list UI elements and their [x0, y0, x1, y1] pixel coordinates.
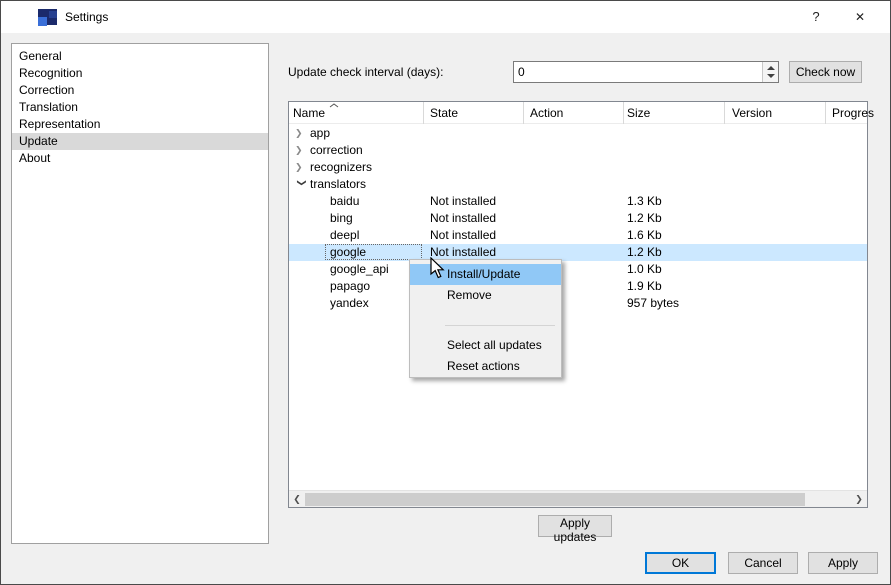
table-row-papago[interactable]: papagoNot installed1.9 Kb [289, 278, 867, 295]
sidebar-item-representation[interactable]: Representation [12, 116, 268, 133]
menu-item-remove[interactable]: Remove [410, 285, 561, 306]
cell-name: papago [330, 279, 371, 293]
column-header-name[interactable]: Name [293, 106, 325, 120]
chevron-right-icon[interactable]: ❯ [295, 142, 303, 159]
cell-name: google [330, 245, 367, 259]
window-title: Settings [65, 10, 109, 24]
menu-separator [410, 325, 561, 335]
cell-name: translators [310, 177, 367, 191]
cell-size: 1.3 Kb [627, 194, 662, 208]
scroll-right-icon[interactable]: ❯ [851, 491, 867, 508]
interval-label: Update check interval (days): [288, 65, 444, 79]
interval-spinbox[interactable]: 0 [513, 61, 779, 83]
horizontal-scrollbar[interactable]: ❮ ❯ [289, 490, 867, 507]
sidebar-item-correction[interactable]: Correction [12, 82, 268, 99]
table-row-yandex[interactable]: yandexNot installed957 bytes [289, 295, 867, 312]
table-row-google[interactable]: google Not installed 1.2 Kb [289, 244, 867, 261]
sort-ascending-icon [329, 103, 339, 108]
column-divider[interactable] [423, 102, 424, 124]
spin-up-icon[interactable] [767, 66, 775, 70]
app-icon [38, 9, 57, 26]
cell-size: 1.2 Kb [627, 211, 662, 225]
sidebar-item-translation[interactable]: Translation [12, 99, 268, 116]
interval-value: 0 [518, 65, 525, 79]
sidebar-item-recognition[interactable]: Recognition [12, 65, 268, 82]
column-divider[interactable] [825, 102, 826, 124]
mouse-cursor [430, 257, 445, 279]
chevron-right-icon[interactable]: ❯ [295, 159, 303, 176]
table-row-deepl[interactable]: deepl Not installed 1.6 Kb [289, 227, 867, 244]
table-row-translators[interactable]: ❯ translators [289, 176, 867, 193]
check-now-button[interactable]: Check now [789, 61, 862, 83]
cell-size: 1.0 Kb [627, 262, 662, 276]
cell-name: correction [310, 143, 363, 157]
cell-state: Not installed [430, 211, 497, 225]
cancel-button[interactable]: Cancel [728, 552, 798, 574]
cell-state: Not installed [430, 194, 497, 208]
cell-size: 1.2 Kb [627, 245, 662, 259]
table-row-correction[interactable]: ❯ correction [289, 142, 867, 159]
package-table: Name State Action Size Version Progres ❯ app ❯ c… [288, 101, 874, 508]
cell-name: baidu [330, 194, 360, 208]
cell-name: deepl [330, 228, 360, 242]
help-button[interactable]: ? [794, 1, 838, 33]
apply-button[interactable]: Apply [808, 552, 878, 574]
cell-state: Not installed [430, 228, 497, 242]
cell-name: google_api [330, 262, 389, 276]
cell-size: 957 bytes [627, 296, 680, 310]
column-header-action[interactable]: Action [530, 106, 563, 120]
table-row-recognizers[interactable]: ❯ recognizers [289, 159, 867, 176]
column-header-size[interactable]: Size [627, 106, 650, 120]
sidebar-item-general[interactable]: General [12, 48, 268, 65]
sidebar: General Recognition Correction Translation R… [11, 43, 269, 544]
close-icon[interactable]: ✕ [838, 1, 882, 33]
cell-name: app [310, 126, 331, 140]
cell-size: 1.6 Kb [627, 228, 662, 242]
sidebar-item-about[interactable]: About [12, 150, 268, 167]
column-header-progres[interactable]: Progres [832, 106, 874, 120]
cell-name: yandex [330, 296, 369, 310]
title-bar[interactable]: Settings ? ✕ [1, 1, 890, 33]
settings-window: Settings ? ✕ General Recognition Correctio… [0, 0, 891, 585]
spin-down-icon[interactable] [767, 74, 775, 78]
menu-spacer [410, 306, 561, 325]
chevron-down-icon[interactable]: ❯ [293, 179, 310, 187]
ok-button[interactable]: OK [645, 552, 716, 574]
menu-item-select-all-updates[interactable]: Select all updates [410, 335, 561, 356]
table-row-bing[interactable]: bing Not installed 1.2 Kb [289, 210, 867, 227]
table-row-app[interactable]: ❯ app [289, 125, 867, 142]
sidebar-item-update[interactable]: Update [12, 133, 268, 150]
cell-name: bing [330, 211, 353, 225]
menu-item-reset-actions[interactable]: Reset actions [410, 356, 561, 377]
scrollbar-thumb[interactable] [305, 493, 805, 506]
column-divider[interactable] [623, 102, 624, 124]
column-divider[interactable] [724, 102, 725, 124]
chevron-right-icon[interactable]: ❯ [295, 125, 303, 142]
scroll-left-icon[interactable]: ❮ [289, 491, 305, 508]
table-header: Name State Action Size Version Progres [289, 102, 874, 124]
cell-size: 1.9 Kb [627, 279, 662, 293]
column-header-state[interactable]: State [430, 106, 458, 120]
table-row-google_api[interactable]: google_apiNot installed1.0 Kb [289, 261, 867, 278]
cell-name: recognizers [310, 160, 373, 174]
table-row-baidu[interactable]: baidu Not installed 1.3 Kb [289, 193, 867, 210]
apply-updates-button[interactable]: Apply updates [538, 515, 612, 544]
column-divider[interactable] [523, 102, 524, 124]
spinner-buttons[interactable] [762, 62, 778, 82]
column-header-version[interactable]: Version [732, 106, 772, 120]
